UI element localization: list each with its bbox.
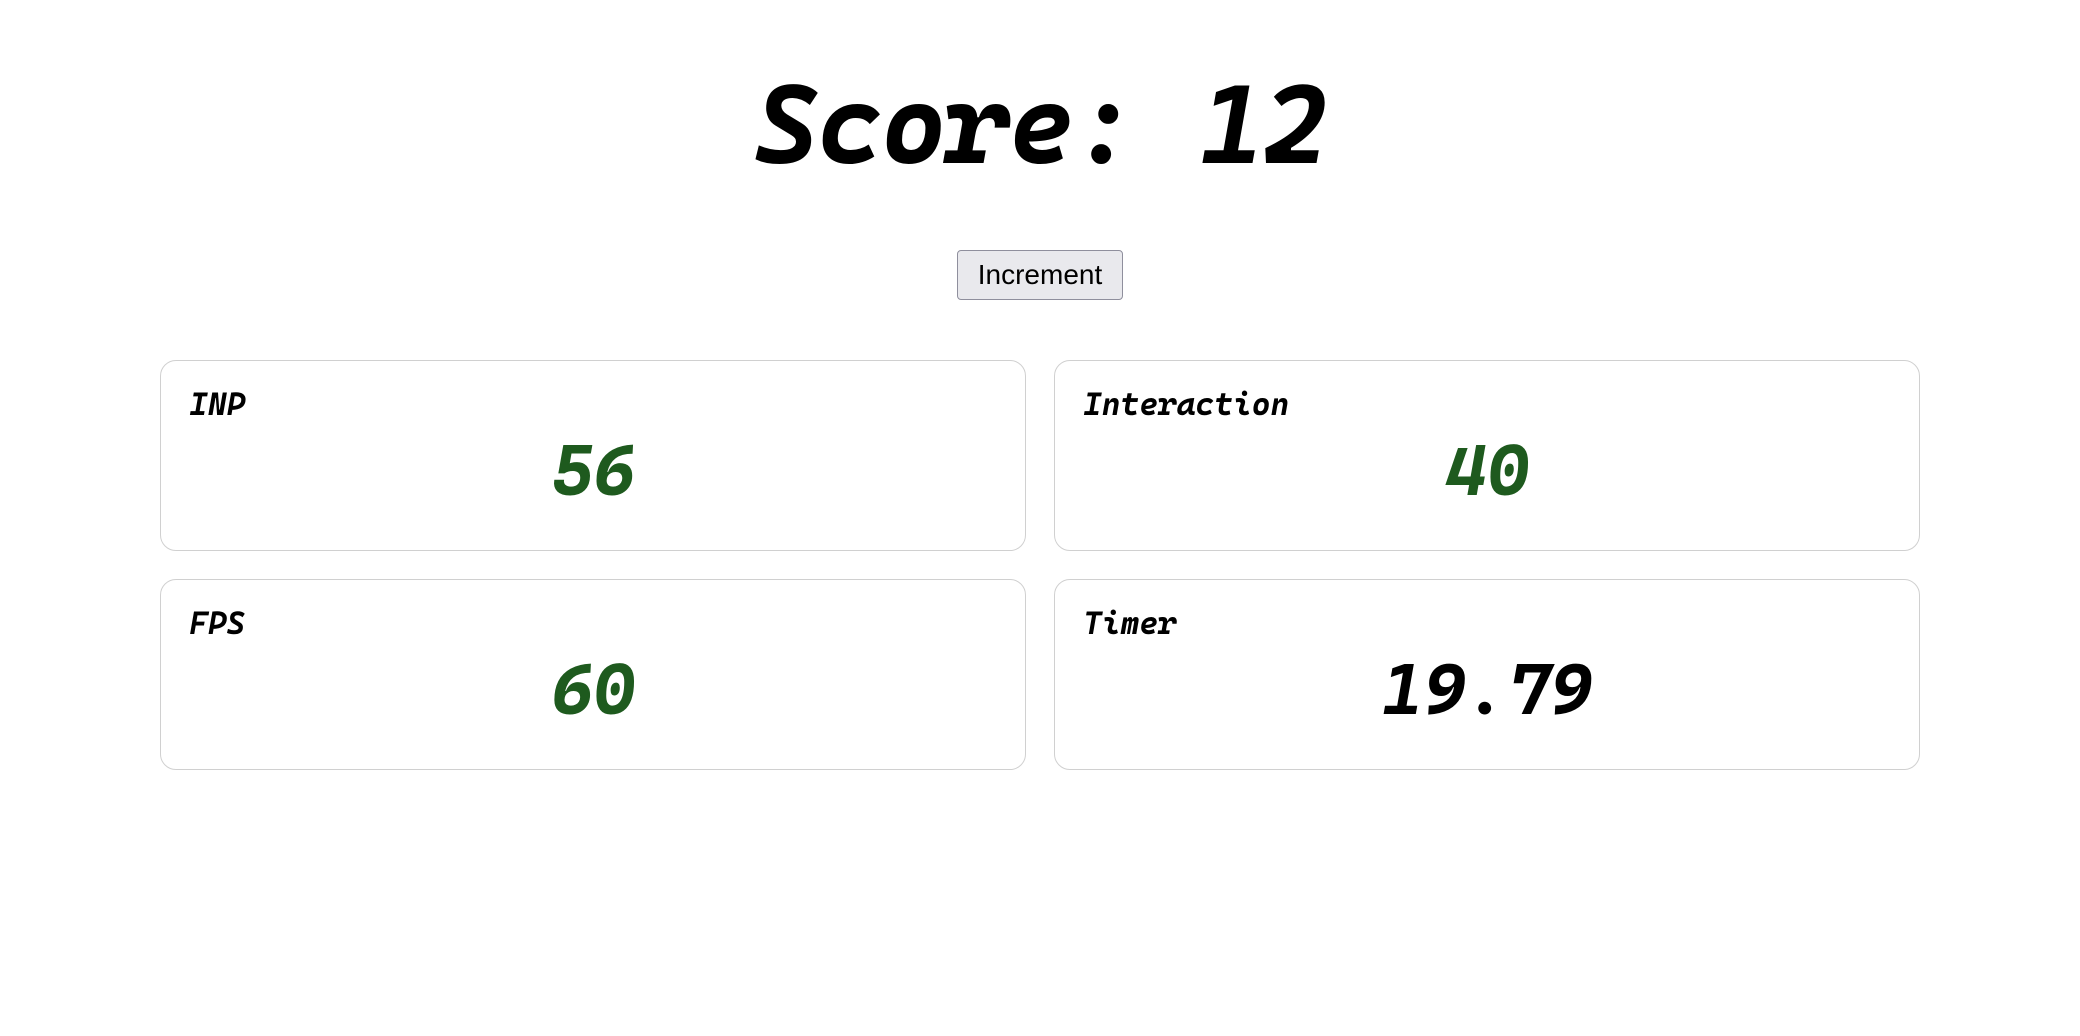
- metric-card-timer: Timer 19.79: [1054, 579, 1920, 770]
- metric-label-fps: FPS: [189, 604, 997, 642]
- metrics-grid: INP 56 Interaction 40 FPS 60 Timer 19.79: [160, 360, 1920, 770]
- score-value: 12: [1199, 60, 1326, 190]
- metric-label-interaction: Interaction: [1083, 385, 1891, 423]
- metric-label-timer: Timer: [1083, 604, 1891, 642]
- metric-value-timer: 19.79: [1083, 650, 1891, 729]
- metric-value-interaction: 40: [1083, 431, 1891, 510]
- metric-value-inp: 56: [189, 431, 997, 510]
- metric-label-inp: INP: [189, 385, 997, 423]
- metric-card-fps: FPS 60: [160, 579, 1026, 770]
- score-heading: Score: 12: [160, 60, 1920, 190]
- metric-card-inp: INP 56: [160, 360, 1026, 551]
- controls-row: Increment: [160, 250, 1920, 300]
- metric-card-interaction: Interaction 40: [1054, 360, 1920, 551]
- increment-button[interactable]: Increment: [957, 250, 1124, 300]
- score-label: Score:: [754, 60, 1136, 190]
- metric-value-fps: 60: [189, 650, 997, 729]
- app-container: Score: 12 Increment INP 56 Interaction 4…: [80, 20, 2000, 810]
